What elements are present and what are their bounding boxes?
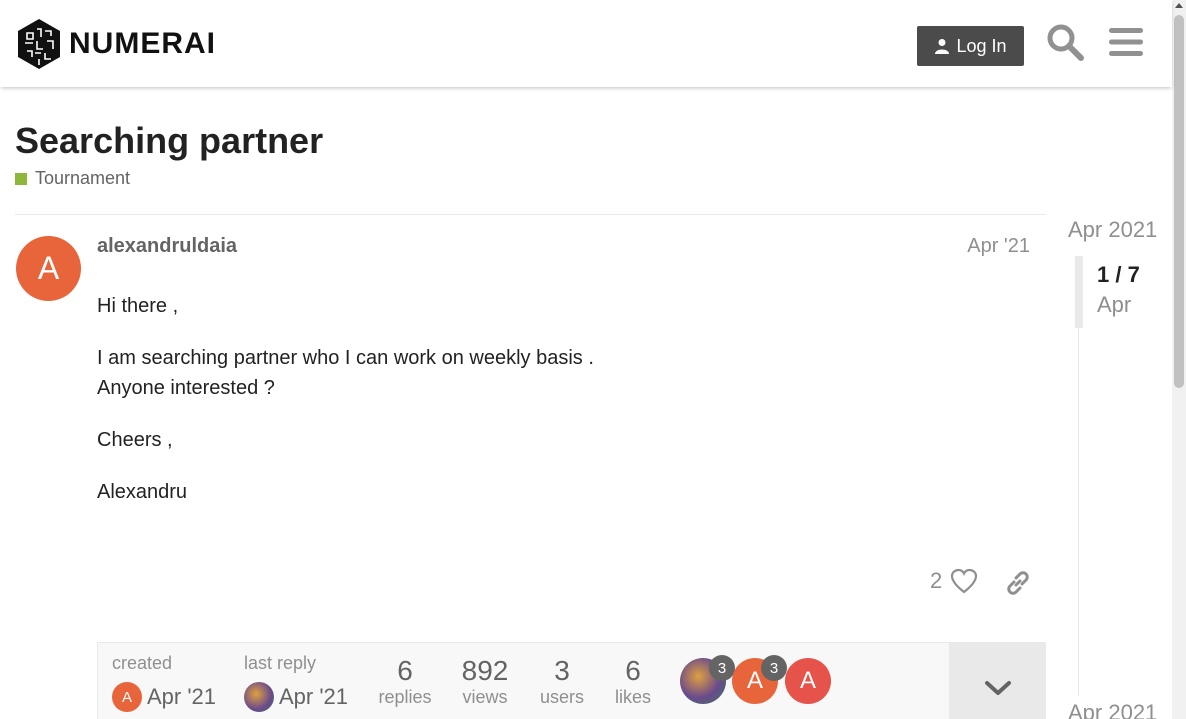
- post-avatar[interactable]: A: [16, 236, 81, 301]
- topic-title[interactable]: Searching partner: [15, 120, 323, 162]
- category-color-swatch: [15, 172, 27, 185]
- chevron-down-icon: [984, 681, 1011, 695]
- logo-text: NUMERAI: [69, 27, 216, 60]
- last-reply-label: last reply: [244, 653, 317, 673]
- topic-map: created A Apr '21 last reply Apr '21 6 r…: [97, 642, 1046, 719]
- post-paragraph: Cheers ,: [97, 429, 173, 451]
- stat-value: 6: [625, 655, 641, 686]
- search-icon[interactable]: [1043, 20, 1087, 64]
- created-label: created: [112, 653, 173, 673]
- stat-views: 892 views: [452, 655, 518, 708]
- timeline-handle[interactable]: [1075, 256, 1083, 328]
- timeline-start-date[interactable]: Apr 2021: [1068, 217, 1157, 243]
- title-divider: [15, 214, 1046, 215]
- creator-avatar[interactable]: A: [112, 682, 142, 712]
- numerai-logo-icon: [18, 19, 60, 69]
- share-link-button[interactable]: [1003, 568, 1033, 598]
- timeline-end-date[interactable]: Apr 2021: [1068, 700, 1157, 719]
- created-info: created A Apr '21: [112, 653, 216, 712]
- login-button[interactable]: Log In: [917, 26, 1024, 66]
- stat-label: replies: [378, 687, 432, 707]
- post-date[interactable]: Apr '21: [967, 235, 1030, 258]
- last-reply-info: last reply Apr '21: [244, 653, 348, 712]
- stat-label: users: [539, 687, 584, 707]
- category-badge[interactable]: Tournament: [15, 168, 130, 189]
- like-button[interactable]: 2: [930, 568, 978, 594]
- site-logo[interactable]: NUMERAI: [15, 17, 216, 71]
- stat-value: 3: [554, 655, 570, 686]
- hamburger-menu-icon[interactable]: [1104, 20, 1148, 64]
- stat-replies: 6 replies: [368, 655, 442, 708]
- stat-users: 3 users: [532, 655, 592, 708]
- stat-value: 892: [461, 655, 509, 686]
- link-icon: [1007, 571, 1029, 595]
- stat-value: 6: [397, 655, 413, 686]
- post-line: I am searching partner who I can work on…: [97, 347, 594, 369]
- last-reply-date[interactable]: Apr '21: [279, 684, 348, 710]
- heart-icon: [951, 568, 978, 594]
- post-username[interactable]: alexandruldaia: [97, 235, 237, 258]
- post-body: Hi there , I am searching partner who I …: [97, 291, 997, 529]
- participant-post-count: 3: [709, 655, 735, 681]
- post-paragraph: I am searching partner who I can work on…: [97, 343, 997, 403]
- timeline-position-date: Apr: [1097, 292, 1132, 317]
- login-label: Log In: [956, 35, 1007, 56]
- expand-topic-map-button[interactable]: [949, 643, 1046, 719]
- scroll-thumb[interactable]: [1174, 15, 1184, 388]
- post-line: Anyone interested ?: [97, 377, 275, 399]
- participant-avatar[interactable]: A: [785, 658, 831, 704]
- stat-label: likes: [614, 687, 651, 707]
- category-label: Tournament: [35, 168, 131, 188]
- participant-post-count: 3: [761, 655, 787, 681]
- scroll-up-arrow-icon[interactable]: [1175, 3, 1183, 8]
- stat-likes: 6 likes: [608, 655, 658, 708]
- like-count: 2: [930, 568, 943, 593]
- stat-label: views: [462, 687, 508, 707]
- last-reply-avatar[interactable]: [244, 682, 274, 712]
- post-paragraph: Alexandru: [97, 481, 188, 503]
- timeline-position: 1 / 7: [1097, 262, 1140, 287]
- post-paragraph: Hi there ,: [97, 295, 179, 317]
- user-icon: [935, 39, 950, 54]
- page-scrollbar[interactable]: [1172, 0, 1186, 719]
- created-date[interactable]: Apr '21: [147, 684, 216, 710]
- site-header: NUMERAI Log In: [0, 0, 1172, 87]
